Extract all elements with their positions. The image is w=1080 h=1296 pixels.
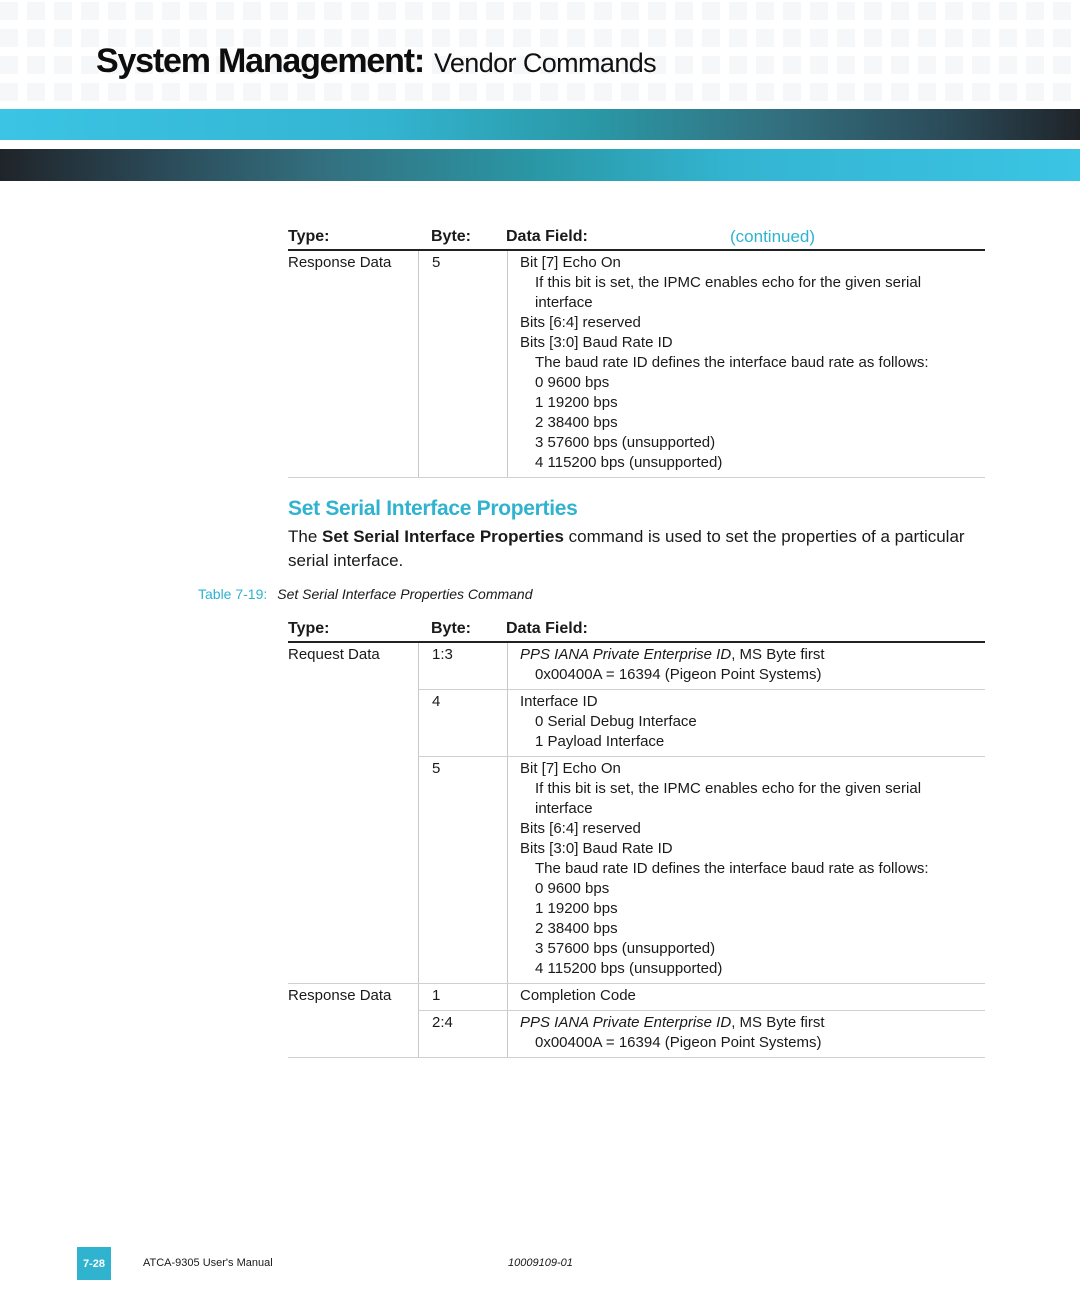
table-row: 5 Bit [7] Echo On If this bit is set, th…: [418, 756, 985, 983]
field-line: If this bit is set, the IPMC enables ech…: [535, 780, 922, 797]
table-caption: Table 7-19: Set Serial Interface Properti…: [198, 586, 533, 602]
column-header-byte: Byte:: [431, 620, 472, 637]
field-text: , MS Byte first: [731, 646, 825, 663]
cell-data-field: Completion Code: [507, 984, 985, 1010]
baud-option: 4 115200 bps (unsupported): [535, 960, 723, 977]
field-title: Bit [7] Echo On: [520, 760, 621, 777]
field-line: Bits [3:0] Baud Rate ID: [520, 840, 673, 857]
table-row: 2:4 PPS IANA Private Enterprise ID, MS B…: [418, 1010, 985, 1057]
column-header-data-field: Data Field:: [506, 620, 588, 637]
field-line: Bits [3:0] Baud Rate ID: [520, 334, 673, 351]
table-bottom-rule: [288, 1057, 985, 1058]
table-row: Response Data 5 Bit [7] Echo On If this …: [288, 251, 985, 477]
cell-byte: 5: [418, 251, 507, 477]
footer-doc-number: 10009109-01: [508, 1257, 573, 1269]
cell-type: Response Data: [288, 987, 392, 1004]
cell-byte: 4: [418, 689, 507, 756]
table-row: 1:3 PPS IANA Private Enterprise ID, MS B…: [418, 643, 985, 689]
section-heading: Set Serial Interface Properties: [288, 497, 578, 520]
cell-data-field: PPS IANA Private Enterprise ID, MS Byte …: [507, 643, 985, 689]
field-line: Bit [7] Echo On: [520, 254, 621, 271]
field-line: interface: [535, 800, 593, 817]
para-command-name: Set Serial Interface Properties: [322, 527, 564, 546]
page-title-main: System Management:: [96, 42, 425, 80]
baud-option: 0 9600 bps: [535, 880, 610, 897]
field-italic: PPS IANA Private Enterprise ID: [520, 1014, 732, 1031]
caption-label: Table 7-19:: [198, 586, 268, 602]
footer-manual-title: ATCA-9305 User's Manual: [143, 1257, 273, 1269]
cell-data-field: Interface ID 0 Serial Debug Interface 1 …: [507, 689, 985, 756]
field-line: interface: [535, 294, 593, 311]
cell-type: Response Data: [288, 254, 392, 271]
header-gradient-bar-top: [0, 109, 1080, 140]
table-header: Type: Byte: Data Field: (continued): [288, 225, 985, 251]
cell-type: Request Data: [288, 646, 380, 663]
field-title: Interface ID: [520, 693, 598, 710]
cell-data-field: Bit [7] Echo On If this bit is set, the …: [507, 251, 985, 477]
column-header-type: Type:: [288, 228, 330, 245]
baud-option: 3 57600 bps (unsupported): [535, 434, 716, 451]
field-text: , MS Byte first: [731, 1014, 825, 1031]
field-line: 0x00400A = 16394 (Pigeon Point Systems): [535, 666, 822, 683]
header-gradient-bar-bottom: [0, 149, 1080, 181]
table-row: 1 Completion Code: [418, 984, 985, 1010]
table-set-serial-interface-properties: Type: Byte: Data Field: Request Data 1:3…: [288, 617, 985, 1058]
column-header-data-field: Data Field:: [506, 228, 588, 245]
page-title: System Management: Vendor Commands: [96, 42, 657, 81]
cell-data-field: Bit [7] Echo On If this bit is set, the …: [507, 756, 985, 983]
field-line: The baud rate ID defines the interface b…: [535, 354, 929, 371]
field-line: 0x00400A = 16394 (Pigeon Point Systems): [535, 1034, 822, 1051]
cell-byte: 1: [418, 984, 507, 1010]
field-line: Bits [6:4] reserved: [520, 820, 641, 837]
field-title: Completion Code: [520, 987, 636, 1004]
page-number-badge: 7-28: [77, 1247, 111, 1280]
cell-byte: 5: [418, 756, 507, 983]
baud-option: 1 19200 bps: [535, 394, 618, 411]
table-bottom-rule: [288, 477, 985, 478]
table-row: 4 Interface ID 0 Serial Debug Interface …: [418, 689, 985, 756]
baud-option: 3 57600 bps (unsupported): [535, 940, 716, 957]
section-paragraph: The Set Serial Interface Properties comm…: [288, 525, 978, 573]
baud-option: 1 19200 bps: [535, 900, 618, 917]
field-line: If this bit is set, the IPMC enables ech…: [535, 274, 922, 291]
column-header-byte: Byte:: [431, 228, 472, 245]
baud-option: 2 38400 bps: [535, 414, 618, 431]
field-line: The baud rate ID defines the interface b…: [535, 860, 929, 877]
interface-option: 0 Serial Debug Interface: [535, 713, 697, 730]
cell-byte: 2:4: [418, 1010, 507, 1057]
column-header-type: Type:: [288, 620, 330, 637]
cell-data-field: PPS IANA Private Enterprise ID, MS Byte …: [507, 1010, 985, 1057]
table-continued: Type: Byte: Data Field: (continued) Resp…: [288, 225, 985, 478]
table-header: Type: Byte: Data Field:: [288, 617, 985, 643]
baud-option: 4 115200 bps (unsupported): [535, 454, 723, 471]
continued-label: (continued): [730, 227, 816, 246]
field-italic: PPS IANA Private Enterprise ID: [520, 646, 732, 663]
field-line: Bits [6:4] reserved: [520, 314, 641, 331]
caption-title: Set Serial Interface Properties Command: [277, 586, 533, 602]
page-title-sub: Vendor Commands: [433, 48, 657, 78]
baud-option: 0 9600 bps: [535, 374, 610, 391]
table-group-response: Response Data 1 Completion Code 2:4 PPS …: [288, 983, 985, 1057]
baud-option: 2 38400 bps: [535, 920, 618, 937]
cell-byte: 1:3: [418, 643, 507, 689]
para-text: The: [288, 527, 323, 546]
interface-option: 1 Payload Interface: [535, 733, 665, 750]
table-group-request: Request Data 1:3 PPS IANA Private Enterp…: [288, 643, 985, 983]
